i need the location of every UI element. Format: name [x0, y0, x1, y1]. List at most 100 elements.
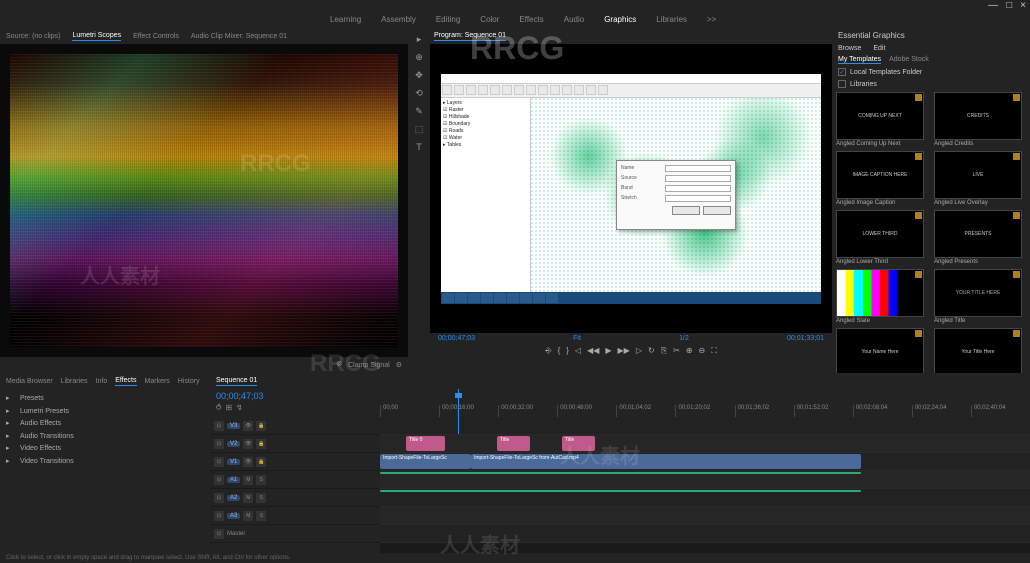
scope-clamp-toggle[interactable]: Clamp Signal — [348, 362, 390, 369]
tab-libraries[interactable]: Libraries — [61, 378, 88, 385]
track-v1-header[interactable]: ⊡V1👁🔒 — [210, 453, 380, 471]
track-v2-header[interactable]: ⊡V2👁🔒 — [210, 435, 380, 453]
eg-template-item[interactable]: CREDITSAngled Credits — [934, 92, 1026, 147]
slip-tool-icon[interactable]: ⟲ — [412, 86, 426, 100]
eg-libraries-checkbox[interactable] — [838, 80, 846, 88]
tab-history[interactable]: History — [178, 378, 200, 385]
folder-icon: ▸ — [6, 443, 16, 456]
playhead[interactable] — [458, 389, 459, 417]
ws-audio[interactable]: Audio — [564, 15, 584, 24]
eg-template-item[interactable]: Angled Slate — [836, 269, 928, 324]
eg-edit-tab[interactable]: Edit — [873, 45, 885, 52]
eg-template-grid[interactable]: COMING UP NEXTAngled Coming Up Next CRED… — [832, 90, 1030, 373]
scope-settings-icon[interactable]: ⚙ — [396, 361, 402, 369]
gis-taskbar — [441, 292, 821, 304]
ws-editing[interactable]: Editing — [436, 15, 460, 24]
eg-template-item[interactable]: Your Name HereBasic Lower Third — [836, 328, 928, 373]
mark-in-icon[interactable]: ⎆ — [545, 346, 551, 356]
ripple-tool-icon[interactable]: ✥ — [412, 68, 426, 82]
tab-effect-controls[interactable]: Effect Controls — [133, 33, 179, 40]
fx-presets-folder[interactable]: ▸Presets — [6, 393, 204, 406]
eg-template-item[interactable]: LOWER THIRDAngled Lower Third — [836, 210, 928, 265]
clip-video[interactable]: Import-ShapeFile-ToLargeSc from-AutCad.m… — [471, 454, 861, 469]
zoom-out-icon[interactable]: ⊖ — [699, 346, 706, 356]
play-icon[interactable]: ▶ — [605, 346, 611, 356]
tab-program[interactable]: Program: Sequence 01 — [434, 32, 506, 41]
fx-video-transitions-folder[interactable]: ▸Video Transitions — [6, 456, 204, 469]
eg-template-item[interactable]: PRESENTSAngled Presents — [934, 210, 1026, 265]
maximize-button[interactable]: □ — [1006, 0, 1012, 11]
tab-info[interactable]: Info — [96, 378, 108, 385]
type-tool-icon[interactable]: T — [412, 140, 426, 154]
clip-video[interactable]: Import-ShapeFile-ToLargeSc — [380, 454, 471, 469]
clip-title[interactable]: Title 0 — [406, 436, 445, 451]
scope-solo-icon[interactable]: ⦾ — [336, 361, 342, 369]
tab-markers[interactable]: Markers — [145, 378, 170, 385]
snap-icon[interactable]: ⥀ — [216, 403, 221, 412]
selection-tool-icon[interactable]: ▸ — [412, 32, 426, 46]
eg-browse-tab[interactable]: Browse — [838, 45, 861, 52]
pen-tool-icon[interactable]: ✎ — [412, 104, 426, 118]
tab-effects[interactable]: Effects — [115, 377, 136, 386]
program-scale[interactable]: 1/2 — [679, 335, 689, 342]
timeline-ruler[interactable]: 00;00 00;00;16;00 00;00;32;00 00;00;48;0… — [380, 389, 1030, 417]
minimize-button[interactable]: — — [988, 0, 998, 11]
track-select-tool-icon[interactable]: ⊕ — [412, 50, 426, 64]
fx-lumetri-folder[interactable]: ▸Lumetri Presets — [6, 406, 204, 419]
eg-template-item[interactable]: LIVEAngled Live Overlay — [934, 151, 1026, 206]
eg-template-item[interactable]: IMAGE CAPTION HEREAngled Image Caption — [836, 151, 928, 206]
export-frame-icon[interactable]: ⎘ — [661, 346, 667, 356]
effects-panel: Media Browser Libraries Info Effects Mar… — [0, 373, 210, 553]
close-button[interactable]: × — [1020, 0, 1026, 11]
clip-title[interactable]: Title — [562, 436, 595, 451]
eg-local-checkbox[interactable]: ✓ — [838, 68, 846, 76]
go-in-icon[interactable]: } — [566, 346, 569, 356]
rewind-icon[interactable]: ◀◀ — [587, 346, 599, 356]
ws-libraries[interactable]: Libraries — [656, 15, 687, 24]
ws-effects[interactable]: Effects — [519, 15, 543, 24]
eg-mytemplates-tab[interactable]: My Templates — [838, 56, 881, 64]
fullscreen-icon[interactable]: ⛶ — [711, 346, 717, 356]
ws-color[interactable]: Color — [480, 15, 499, 24]
step-back-icon[interactable]: ◁ — [575, 346, 581, 356]
tab-audio-clip-mixer[interactable]: Audio Clip Mixer: Sequence 01 — [191, 33, 287, 40]
eg-template-item[interactable]: Angled Title — [934, 269, 1026, 324]
eg-template-item[interactable]: Your Title HereBasic Title — [934, 328, 1026, 373]
folder-icon: ▸ — [6, 418, 16, 431]
track-a2-header[interactable]: ⊡A2MS — [210, 489, 380, 507]
track-v3-header[interactable]: ⊡V3👁🔒 — [210, 417, 380, 435]
track-a3-header[interactable]: ⊡A3MS — [210, 507, 380, 525]
tab-media-browser[interactable]: Media Browser — [6, 378, 53, 385]
linked-selection-icon[interactable]: ⊞ — [225, 403, 232, 412]
tab-source[interactable]: Source: (no clips) — [6, 33, 60, 40]
fx-audio-effects-folder[interactable]: ▸Audio Effects — [6, 418, 204, 431]
tab-sequence[interactable]: Sequence 01 — [216, 377, 257, 386]
timeline-timecode[interactable]: 00;00;47;03 — [216, 391, 374, 401]
clip-audio[interactable] — [380, 490, 861, 492]
ws-learning[interactable]: Learning — [330, 15, 361, 24]
hand-tool-icon[interactable]: ⬚ — [412, 122, 426, 136]
ws-more[interactable]: >> — [707, 15, 716, 24]
fx-video-effects-folder[interactable]: ▸Video Effects — [6, 443, 204, 456]
program-fit[interactable]: Fit — [573, 335, 581, 342]
forward-icon[interactable]: ▶▶ — [618, 346, 630, 356]
mark-out-icon[interactable]: { — [558, 346, 561, 356]
loop-icon[interactable]: ↻ — [648, 346, 655, 356]
effects-tree[interactable]: ▸Presets ▸Lumetri Presets ▸Audio Effects… — [0, 389, 210, 553]
marker-icon[interactable]: ↯ — [236, 403, 243, 412]
tab-lumetri-scopes[interactable]: Lumetri Scopes — [72, 32, 121, 41]
track-master-header[interactable]: ⊡Master — [210, 525, 380, 543]
track-lanes[interactable]: Title 0 Title Title Import-ShapeFile-ToL… — [380, 417, 1030, 553]
zoom-in-icon[interactable]: ⊕ — [686, 346, 693, 356]
step-fwd-icon[interactable]: ▷ — [636, 346, 642, 356]
clip-audio[interactable] — [380, 472, 861, 474]
ws-assembly[interactable]: Assembly — [381, 15, 416, 24]
program-monitor: ▸ Layers ☑ Raster ☑ Hillshade ☑ Boundary… — [430, 44, 832, 333]
eg-template-item[interactable]: COMING UP NEXTAngled Coming Up Next — [836, 92, 928, 147]
fx-audio-transitions-folder[interactable]: ▸Audio Transitions — [6, 431, 204, 444]
ws-graphics[interactable]: Graphics — [604, 15, 636, 24]
eg-stock-tab[interactable]: Adobe Stock — [889, 56, 929, 64]
clip-title[interactable]: Title — [497, 436, 530, 451]
lift-icon[interactable]: ✂ — [673, 346, 680, 356]
track-a1-header[interactable]: ⊡A1MS — [210, 471, 380, 489]
